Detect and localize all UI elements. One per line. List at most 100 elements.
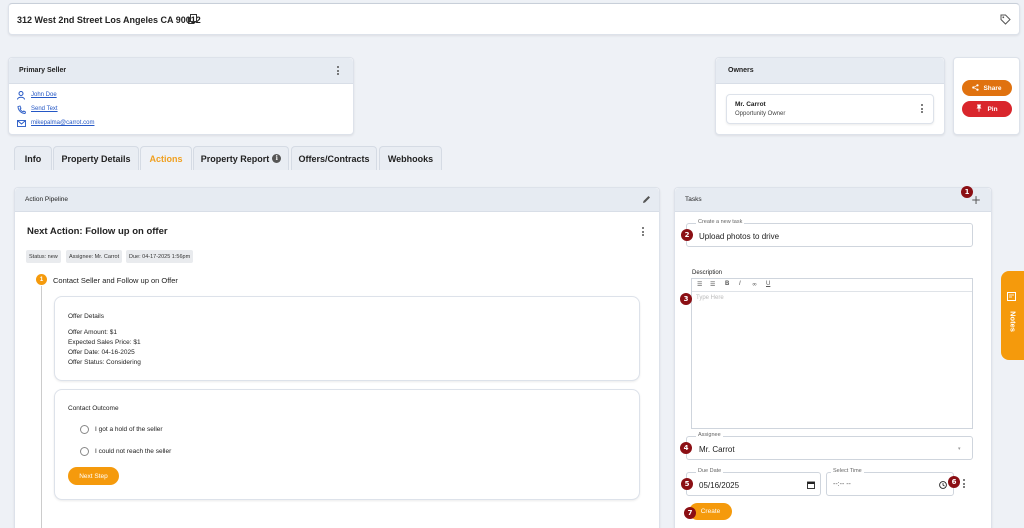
- assignee-label: Assignee: [696, 432, 723, 438]
- chevron-down-icon: ▾: [958, 446, 961, 452]
- next-action-title: Next Action: Follow up on offer: [27, 226, 168, 237]
- badge-1: 1: [961, 186, 973, 198]
- tab-property-report[interactable]: Property Report i: [193, 146, 289, 170]
- tab-actions-label: Actions: [149, 153, 183, 164]
- create-task-value: Upload photos to drive: [699, 232, 780, 241]
- expected-sales-price: Expected Sales Price: $1: [68, 339, 141, 346]
- select-time-input[interactable]: Select Time --:-- --: [826, 468, 954, 496]
- primary-seller-card: Primary Seller John Doe Send Text mikepa…: [8, 57, 354, 135]
- tab-property-report-label: Property Report: [200, 153, 270, 164]
- select-time-value: --:-- --: [833, 481, 851, 488]
- bold-icon[interactable]: B: [725, 281, 729, 287]
- primary-seller-header: Primary Seller: [9, 58, 353, 84]
- radio-could-not-reach-label: I could not reach the seller: [95, 448, 172, 455]
- clock-icon[interactable]: [939, 481, 947, 491]
- primary-seller-menu-icon[interactable]: [337, 66, 340, 77]
- badge-2: 2: [681, 229, 693, 241]
- next-action-menu-icon[interactable]: [642, 227, 645, 238]
- tab-webhooks[interactable]: Webhooks: [379, 146, 442, 170]
- badge-5: 5: [681, 478, 693, 490]
- phone-icon: [17, 105, 27, 116]
- italic-icon[interactable]: I: [739, 281, 741, 287]
- email-icon: [17, 120, 26, 129]
- notes-icon: [1007, 292, 1016, 303]
- due-date-value: 05/16/2025: [699, 481, 740, 490]
- description-label: Description: [692, 270, 723, 276]
- select-time-label: Select Time: [831, 468, 864, 474]
- offer-details-card: Offer Details Offer Amount: $1 Expected …: [54, 296, 640, 381]
- radio-could-not-reach[interactable]: [80, 447, 89, 456]
- tab-actions[interactable]: Actions: [140, 146, 192, 170]
- assignee-chip: Assignee: Mr. Carrot: [66, 250, 123, 263]
- bullet-list-icon[interactable]: ☰: [697, 281, 702, 288]
- tab-webhooks-label: Webhooks: [387, 153, 434, 164]
- pin-button[interactable]: Pin: [962, 101, 1012, 117]
- tab-info-label: Info: [24, 153, 42, 164]
- description-placeholder: Type Here: [696, 295, 724, 301]
- contact-outcome-title: Contact Outcome: [68, 405, 119, 412]
- due-date-label: Due Date: [696, 468, 724, 474]
- offer-details-title: Offer Details: [68, 313, 105, 320]
- tab-info[interactable]: Info: [14, 146, 52, 170]
- seller-email-link[interactable]: mikepalma@carrot.com: [31, 120, 94, 126]
- due-chip: Due: 04-17-2025 1:56pm: [126, 250, 194, 263]
- tab-property-details[interactable]: Property Details: [53, 146, 139, 170]
- offer-amount: Offer Amount: $1: [68, 329, 118, 336]
- owners-title: Owners: [728, 67, 754, 74]
- share-pin-card: Share Pin: [953, 57, 1020, 135]
- badge-7: 7: [684, 507, 696, 519]
- owner-item[interactable]: Mr. Carrot Opportunity Owner: [726, 94, 934, 124]
- tab-property-details-label: Property Details: [61, 153, 131, 164]
- copy-icon[interactable]: [188, 14, 197, 26]
- radio-got-hold-label: I got a hold of the seller: [95, 426, 163, 433]
- offer-date: Offer Date: 04-16-2025: [68, 349, 135, 356]
- share-button[interactable]: Share: [962, 80, 1012, 96]
- editor-toolbar: [692, 279, 972, 292]
- next-step-button[interactable]: Next Step: [68, 467, 119, 485]
- underline-icon[interactable]: U: [766, 281, 770, 287]
- create-task-label: Create a new task: [696, 219, 745, 225]
- address-bar: 312 West 2nd Street Los Angeles CA 90012: [8, 3, 1020, 35]
- owner-menu-icon[interactable]: [921, 104, 924, 115]
- person-icon: [17, 91, 25, 102]
- status-chip: Status: new: [26, 250, 61, 263]
- owner-name: Mr. Carrot: [735, 101, 766, 108]
- address-title: 312 West 2nd Street Los Angeles CA 90012: [17, 15, 201, 25]
- edit-pencil-icon[interactable]: [642, 195, 651, 206]
- tag-icon[interactable]: [1000, 14, 1011, 27]
- due-date-input[interactable]: Due Date 05/16/2025: [686, 468, 821, 496]
- numbered-list-icon[interactable]: ☰: [710, 281, 715, 288]
- offer-status: Offer Status: Considering: [68, 359, 141, 366]
- pin-label: Pin: [987, 105, 998, 113]
- add-task-plus-icon[interactable]: +: [971, 193, 981, 207]
- tasks-title: Tasks: [685, 196, 702, 203]
- info-icon: i: [272, 154, 282, 163]
- step-number-badge: 1: [36, 274, 47, 285]
- description-editor[interactable]: [691, 278, 973, 429]
- timeline-line: [41, 286, 42, 528]
- action-pipeline-header: Action Pipeline: [15, 188, 659, 212]
- contact-outcome-card: Contact Outcome I got a hold of the sell…: [54, 389, 640, 500]
- send-text-link[interactable]: Send Text: [31, 106, 58, 112]
- seller-name-link[interactable]: John Doe: [31, 92, 57, 98]
- create-task-input[interactable]: Create a new task Upload photos to drive: [686, 219, 973, 247]
- tab-offers-contracts[interactable]: Offers/Contracts: [291, 146, 377, 170]
- badge-3: 3: [680, 293, 692, 305]
- share-icon: [972, 83, 980, 93]
- badge-4: 4: [680, 442, 692, 454]
- step-title: Contact Seller and Follow up on Offer: [53, 276, 178, 285]
- notes-label: Notes: [1008, 311, 1018, 332]
- assignee-select[interactable]: Assignee Mr. Carrot ▾: [686, 432, 973, 460]
- action-pipeline-title: Action Pipeline: [25, 196, 68, 203]
- share-label: Share: [983, 84, 1002, 92]
- radio-got-hold[interactable]: [80, 425, 89, 434]
- link-icon[interactable]: ∞: [752, 281, 757, 288]
- calendar-icon[interactable]: [807, 481, 815, 491]
- tasks-header: Tasks +: [675, 188, 991, 212]
- time-menu-icon[interactable]: [963, 479, 966, 490]
- pin-icon: [976, 104, 982, 114]
- tab-offers-contracts-label: Offers/Contracts: [298, 153, 370, 164]
- assignee-value: Mr. Carrot: [699, 445, 735, 454]
- notes-side-tab[interactable]: Notes: [1001, 271, 1024, 360]
- primary-seller-title: Primary Seller: [19, 67, 67, 74]
